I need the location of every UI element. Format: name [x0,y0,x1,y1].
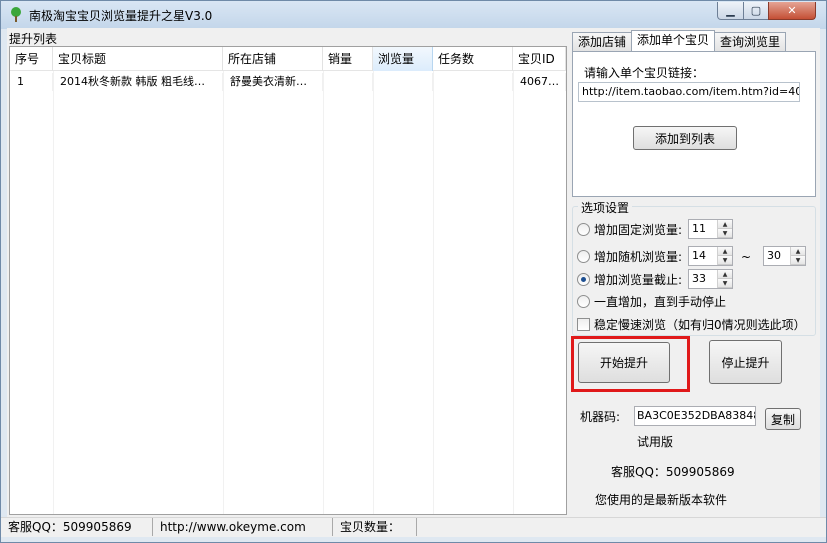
random-min-stepper[interactable]: 14 ▲ ▼ [688,246,733,266]
option-forever-label: 一直增加，直到手动停止 [594,294,727,309]
close-button[interactable]: ✕ [768,2,816,20]
column-header-tasks[interactable]: 任务数 [433,47,513,71]
app-tree-icon [11,7,21,22]
option-random[interactable]: 增加随机浏览量: [577,246,682,266]
task-list[interactable]: 序号 宝贝标题 所在店铺 销量 浏览量 任务数 宝贝ID 1 2014秋冬新款 … [9,46,567,515]
add-to-list-button[interactable]: 添加到列表 [633,126,737,150]
random-max-stepper[interactable]: 30 ▲ ▼ [763,246,806,266]
option-forever[interactable]: 一直增加，直到手动停止 [577,291,726,311]
tab-panel-add-single-item: 请输入单个宝贝链接： http://item.taobao.com/item.h… [572,51,816,197]
random-min-value: 14 [692,249,706,262]
cell-sales [323,73,373,91]
tab-add-single-item[interactable]: 添加单个宝贝 [631,30,716,51]
checkbox-slow-browse[interactable] [577,317,590,331]
column-header-index[interactable]: 序号 [10,47,53,71]
machine-code-field[interactable]: BA3C0E352DBA8384868 [634,406,756,426]
url-prompt-label: 请输入单个宝贝链接： [584,66,705,80]
radio-random[interactable] [577,249,590,263]
list-grid [10,71,566,514]
tab-add-shop[interactable]: 添加店铺 [572,32,633,51]
random-max-spin-arrows[interactable]: ▲ ▼ [790,247,805,265]
status-filler [417,518,823,536]
option-random-label: 增加随机浏览量: [594,249,683,264]
option-slow-browse-label: 稳定慢速浏览（如有归0情况则选此项） [594,317,806,332]
column-header-sales[interactable]: 销量 [323,47,373,71]
cell-title: 2014秋冬新款 韩版 粗毛线… [53,73,223,91]
status-qq: 客服QQ：509905869 [1,518,153,536]
radio-forever[interactable] [577,294,590,308]
cell-item-id: 4067… [513,73,566,91]
random-min-spin-arrows[interactable]: ▲ ▼ [717,247,732,265]
radio-fixed[interactable] [577,222,590,236]
title-bar[interactable]: 南极淘宝宝贝浏览量提升之星V3.0 ▁ ▢ ✕ [1,1,826,29]
machine-code-label: 机器码: [580,410,621,424]
option-fixed[interactable]: 增加固定浏览量: [577,219,682,239]
trial-version-text: 试用版 [637,435,674,449]
status-bar: 客服QQ：509905869 http://www.okeyme.com 宝贝数… [1,517,826,537]
fixed-views-spin-arrows[interactable]: ▲ ▼ [717,220,732,238]
start-boost-button[interactable]: 开始提升 [578,342,670,383]
cutoff-views-stepper[interactable]: 33 ▲ ▼ [688,269,733,289]
fixed-views-stepper[interactable]: 11 ▲ ▼ [688,219,733,239]
cell-index: 1 [10,73,53,91]
stop-boost-button[interactable]: 停止提升 [709,340,782,384]
version-status-text: 您使用的是最新版本软件 [595,493,728,507]
list-header: 序号 宝贝标题 所在店铺 销量 浏览量 任务数 宝贝ID [10,47,566,71]
tab-strip: 添加店铺 添加单个宝贝 查询浏览里 [572,30,787,52]
options-group-title: 选项设置 [578,199,633,216]
cutoff-views-spin-arrows[interactable]: ▲ ▼ [717,270,732,288]
option-cutoff-label: 增加浏览量截止: [594,272,683,287]
random-max-value: 30 [767,249,781,262]
range-tilde: ~ [741,250,752,264]
radio-cutoff[interactable] [577,272,590,286]
option-cutoff[interactable]: 增加浏览量截止: [577,269,682,289]
maximize-button[interactable]: ▢ [743,2,769,20]
tab-query-views[interactable]: 查询浏览里 [714,32,787,51]
option-fixed-label: 增加固定浏览量: [594,222,683,237]
cell-shop: 舒曼美衣清新… [223,73,323,91]
cutoff-views-value: 33 [692,272,706,285]
column-header-views[interactable]: 浏览量 [373,47,433,71]
minimize-button[interactable]: ▁ [717,2,744,20]
column-header-title[interactable]: 宝贝标题 [53,47,223,71]
item-url-input[interactable]: http://item.taobao.com/item.htm?id=40672… [578,82,800,102]
option-slow-browse[interactable]: 稳定慢速浏览（如有归0情况则选此项） [577,314,806,334]
copy-button[interactable]: 复制 [765,408,801,430]
window-title: 南极淘宝宝贝浏览量提升之星V3.0 [29,9,213,23]
table-row[interactable]: 1 2014秋冬新款 韩版 粗毛线… 舒曼美衣清新… 4067… [10,73,566,91]
service-qq-text: 客服QQ：509905869 [611,465,735,479]
cell-tasks [433,73,513,91]
fixed-views-value: 11 [692,222,706,235]
cell-views [373,73,433,91]
column-header-item-id[interactable]: 宝贝ID [513,47,566,71]
status-item-count: 宝贝数量： [333,518,417,536]
status-website[interactable]: http://www.okeyme.com [153,518,333,536]
column-header-shop[interactable]: 所在店铺 [223,47,323,71]
list-group-label: 提升列表 [9,32,58,46]
